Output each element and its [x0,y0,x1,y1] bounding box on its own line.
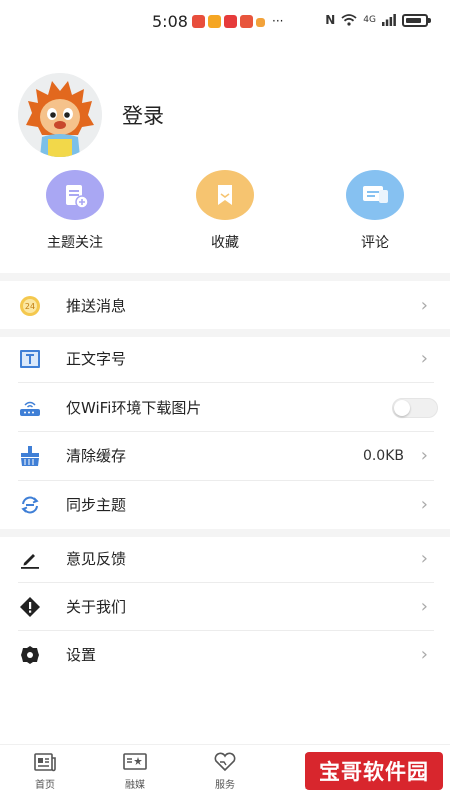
svg-text:24: 24 [25,302,35,311]
menu-wifi-only-images[interactable]: 仅WiFi环境下载图片 [0,383,450,432]
nav-service[interactable]: 服务 [180,745,270,800]
status-indicators: N 4G [325,13,431,27]
nav-home[interactable]: 首页 [0,745,90,800]
menu-about-us[interactable]: 关于我们 › [0,582,450,631]
gear-icon [19,644,41,666]
sync-icon [19,494,41,516]
bookmark-icon [196,170,254,220]
info-diamond-icon [19,596,41,618]
menu-label: 关于我们 [66,598,127,616]
profile-header[interactable]: 登录 [18,73,164,157]
wifi-icon [341,14,357,26]
app-notification-icon [192,15,205,28]
menu-label: 仅WiFi环境下载图片 [66,399,202,417]
nav-label: 服务 [215,780,235,791]
menu-settings[interactable]: 设置 › [0,630,450,679]
chevron-right-icon: › [420,445,428,466]
app-notification-icon [208,15,221,28]
menu-font-size[interactable]: 正文字号 › [0,334,450,383]
clear-cache-icon [19,445,41,467]
login-link[interactable]: 登录 [122,100,164,130]
menu-label: 设置 [66,646,97,664]
media-icon [123,751,147,773]
cache-size-value: 0.0KB [362,447,404,464]
status-bar: 5:08 ··· N 4G [0,0,450,44]
router-icon [19,397,41,419]
menu-feedback[interactable]: 意见反馈 › [0,534,450,583]
app-notification-icon [224,15,237,28]
quick-action-label: 评论 [361,235,389,251]
app-notification-icon [256,18,265,27]
quick-action-comments[interactable]: 评论 [300,170,450,252]
subscribe-doc-icon [46,170,104,220]
nav-label: 首页 [35,780,55,791]
quick-action-label: 主题关注 [47,235,103,251]
signal-type: 4G [363,15,376,25]
nfc-icon: N [325,13,336,27]
menu-label: 同步主题 [66,496,127,514]
more-dots-icon: ··· [272,14,284,28]
menu-label: 正文字号 [66,350,127,368]
text-size-icon [19,348,41,370]
nav-media[interactable]: 融媒 [90,745,180,800]
heart-service-icon [213,751,237,773]
quick-action-label: 收藏 [211,235,239,251]
watermark-badge: 宝哥软件园 [305,752,443,790]
menu-sync-topics[interactable]: 同步主题 › [0,480,450,529]
signal-icon [382,14,396,26]
chevron-right-icon: › [420,494,428,515]
menu-clear-cache[interactable]: 清除缓存 0.0KB › [0,431,450,480]
nav-label: 融媒 [125,780,145,791]
avatar[interactable] [18,73,102,157]
status-time: 5:08 [152,12,188,31]
news-icon [33,751,57,773]
notification-icons: ··· [192,15,283,28]
menu-push-messages[interactable]: 24 推送消息 › [0,281,450,330]
menu-label: 清除缓存 [66,447,127,465]
quick-action-topic-follow[interactable]: 主题关注 [0,170,150,252]
wifi-only-toggle[interactable] [392,397,438,418]
app-notification-icon [240,15,253,28]
chevron-right-icon: › [420,548,428,569]
pen-icon [19,548,41,570]
chevron-right-icon: › [420,596,428,617]
chevron-right-icon: › [420,295,428,316]
battery-icon [402,13,431,27]
menu-label: 推送消息 [66,297,127,315]
chevron-right-icon: › [420,348,428,369]
section-separator [0,273,450,281]
mascot-avatar-image [18,73,102,157]
comment-icon [346,170,404,220]
push-24-icon: 24 [19,295,41,317]
chevron-right-icon: › [420,644,428,665]
quick-actions: 主题关注 收藏 评论 [0,170,450,252]
menu-label: 意见反馈 [66,550,127,568]
quick-action-favorites[interactable]: 收藏 [150,170,300,252]
